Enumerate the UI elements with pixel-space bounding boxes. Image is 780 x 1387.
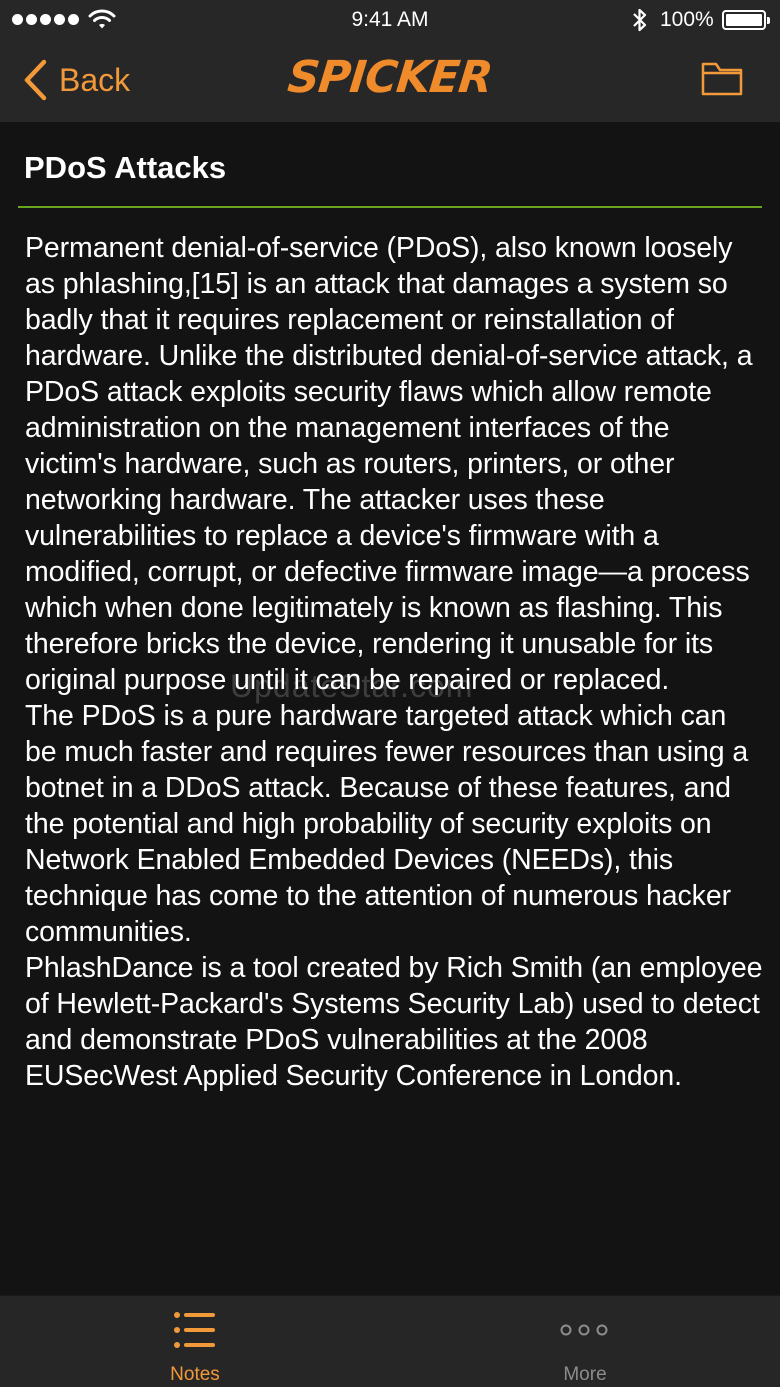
note-paragraph: PhlashDance is a tool created by Rich Sm…	[25, 952, 763, 1092]
logo-text: SPICKER	[285, 52, 495, 103]
note-body: Permanent denial-of-service (PDoS), also…	[25, 230, 763, 1094]
status-bar: 9:41 AM 100%	[0, 0, 780, 40]
folder-icon[interactable]	[700, 58, 744, 98]
tab-notes-label: Notes	[170, 1364, 220, 1385]
watermark: UpdateStar.com	[230, 668, 474, 704]
title-divider	[18, 206, 762, 208]
top-bar: 9:41 AM 100% Back SPICKER	[0, 0, 780, 122]
note-header: PDoS Attacks	[0, 122, 780, 208]
list-icon	[174, 1312, 215, 1348]
tab-notes[interactable]: Notes	[0, 1296, 390, 1387]
navigation-bar: Back SPICKER	[0, 40, 780, 122]
note-paragraph: The PDoS is a pure hardware targeted att…	[25, 700, 749, 948]
note-title: PDoS Attacks	[24, 150, 227, 185]
battery-percent: 100%	[660, 8, 714, 31]
note-paragraph: Permanent denial-of-service (PDoS), also…	[25, 232, 753, 696]
tab-more-label: More	[563, 1364, 607, 1385]
app-logo: SPICKER	[0, 52, 780, 103]
tab-bar: Notes More	[0, 1295, 780, 1387]
more-dots-icon	[560, 1324, 608, 1336]
bluetooth-icon	[633, 8, 647, 32]
battery-icon	[722, 10, 770, 30]
tab-more[interactable]: More	[390, 1296, 780, 1387]
